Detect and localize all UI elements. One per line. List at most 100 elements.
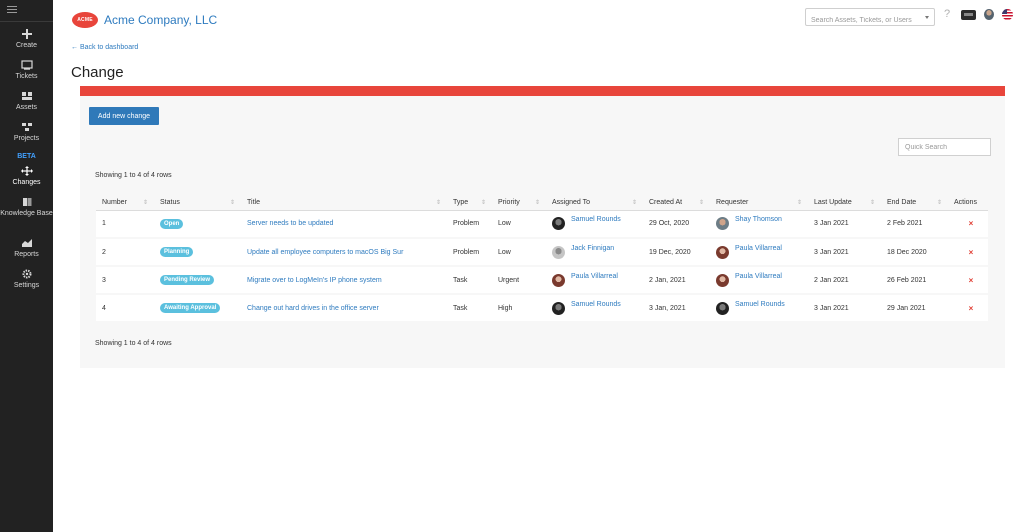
gear-icon: [21, 269, 33, 279]
assignee-link[interactable]: Paula Villarreal: [571, 273, 618, 280]
cell-status: Awaiting Approval: [154, 294, 241, 323]
delete-icon[interactable]: ×: [969, 248, 974, 257]
sidebar-item-knowledge-base[interactable]: Knowledge Base: [0, 197, 53, 218]
cell-priority: High: [492, 294, 546, 323]
column-header-requester[interactable]: Requester ⇕: [710, 196, 808, 211]
column-header-assigned-to[interactable]: Assigned To ⇕: [546, 196, 643, 211]
avatar: [552, 217, 565, 231]
sidebar-item-changes[interactable]: Changes: [0, 166, 53, 187]
inbox-icon[interactable]: [961, 10, 976, 20]
cell-created-at: 3 Jan, 2021: [643, 294, 710, 323]
cell-number: 2: [96, 238, 154, 267]
table-row[interactable]: 3 Pending Review Migrate over to LogMeIn…: [96, 266, 988, 295]
column-header-created-at[interactable]: Created At ⇕: [643, 196, 710, 211]
change-title-link[interactable]: Migrate over to LogMeIn's IP phone syste…: [247, 277, 382, 284]
change-title-link[interactable]: Change out hard drives in the office ser…: [247, 305, 379, 312]
sidebar-divider: [0, 21, 53, 22]
column-header-priority[interactable]: Priority ⇕: [492, 196, 546, 211]
requester-link[interactable]: Paula Villarreal: [735, 273, 782, 280]
column-label: End Date: [887, 199, 917, 207]
status-badge: Awaiting Approval: [160, 303, 221, 313]
column-label: Status: [160, 199, 180, 207]
sidebar-item-reports[interactable]: Reports: [0, 238, 53, 259]
avatar: [716, 217, 729, 231]
status-badge: Planning: [160, 247, 194, 257]
page-title: Change: [71, 64, 124, 81]
search-input[interactable]: [806, 12, 920, 29]
delete-icon[interactable]: ×: [969, 304, 974, 313]
column-label: Assigned To: [552, 199, 591, 207]
column-label: Created At: [649, 199, 683, 207]
chevron-down-icon[interactable]: [925, 16, 929, 19]
sidebar-item-tickets[interactable]: Tickets: [0, 60, 53, 81]
avatar: [716, 245, 729, 259]
cell-assigned-to: Paula Villarreal: [546, 266, 643, 295]
cell-created-at: 2 Jan, 2021: [643, 266, 710, 295]
assignee-link[interactable]: Jack Finnigan: [571, 245, 614, 252]
company-logo[interactable]: ACME: [72, 12, 98, 28]
help-icon[interactable]: ?: [944, 8, 950, 20]
cell-status: Planning: [154, 238, 241, 267]
logo-text: ACME: [77, 17, 93, 23]
user-avatar[interactable]: [984, 9, 994, 20]
cell-end-date: 18 Dec 2020: [881, 238, 948, 267]
table-row[interactable]: 4 Awaiting Approval Change out hard driv…: [96, 294, 988, 323]
sort-icon: ⇕: [631, 200, 637, 206]
delete-icon[interactable]: ×: [969, 276, 974, 285]
chart-icon: [21, 238, 33, 248]
cell-number: 4: [96, 294, 154, 323]
back-to-dashboard-link[interactable]: ← Back to dashboard: [71, 44, 138, 51]
company-name[interactable]: Acme Company, LLC: [104, 13, 217, 27]
table-row[interactable]: 1 Open Server needs to be updated Proble…: [96, 210, 988, 239]
cell-type: Problem: [447, 238, 492, 267]
change-title-link[interactable]: Server needs to be updated: [247, 220, 333, 227]
column-label: Priority: [498, 199, 520, 207]
cell-requester: Paula Villarreal: [710, 266, 808, 295]
cell-title: Update all employee computers to macOS B…: [241, 238, 447, 267]
assignee-link[interactable]: Samuel Rounds: [571, 301, 621, 308]
cell-title: Migrate over to LogMeIn's IP phone syste…: [241, 266, 447, 295]
sort-icon: ⇕: [796, 200, 802, 206]
sidebar-item-label: Reports: [14, 251, 39, 258]
cell-created-at: 19 Dec, 2020: [643, 238, 710, 267]
column-header-last-update[interactable]: Last Update ⇕: [808, 196, 881, 211]
requester-link[interactable]: Samuel Rounds: [735, 301, 785, 308]
hamburger-menu-icon[interactable]: [7, 6, 17, 14]
cell-last-update: 3 Jan 2021: [808, 294, 881, 323]
sidebar-item-label: Assets: [15, 104, 37, 111]
cell-title: Server needs to be updated: [241, 210, 447, 239]
global-search[interactable]: [805, 8, 935, 29]
sidebar-item-settings[interactable]: Settings: [0, 269, 53, 290]
add-new-change-button[interactable]: Add new change: [89, 107, 159, 125]
changes-table: Number ⇕ Status ⇕ Title ⇕ Type ⇕ Priority ⇕ A…: [96, 196, 988, 323]
cell-priority: Urgent: [492, 266, 546, 295]
monitor-icon: [20, 60, 33, 70]
column-header-end-date[interactable]: End Date ⇕: [881, 196, 948, 211]
assignee-link[interactable]: Samuel Rounds: [571, 216, 621, 223]
requester-link[interactable]: Paula Villarreal: [735, 245, 782, 252]
sort-icon: ⇕: [435, 200, 441, 206]
cell-end-date: 29 Jan 2021: [881, 294, 948, 323]
cell-number: 1: [96, 210, 154, 239]
column-header-title[interactable]: Title ⇕: [241, 196, 447, 211]
requester-link[interactable]: Shay Thomson: [735, 216, 782, 223]
sidebar-item-projects[interactable]: Projects: [0, 122, 53, 143]
table-row[interactable]: 2 Planning Update all employee computers…: [96, 238, 988, 267]
sidebar-item-assets[interactable]: Assets: [0, 91, 53, 112]
delete-icon[interactable]: ×: [969, 219, 974, 228]
column-header-type[interactable]: Type ⇕: [447, 196, 492, 211]
cell-assigned-to: Jack Finnigan: [546, 238, 643, 267]
us-flag-icon[interactable]: [1002, 9, 1013, 20]
cell-title: Change out hard drives in the office ser…: [241, 294, 447, 323]
change-title-link[interactable]: Update all employee computers to macOS B…: [247, 249, 403, 256]
sidebar-item-label: Projects: [13, 135, 40, 142]
quick-search-input[interactable]: [898, 138, 991, 156]
cell-requester: Shay Thomson: [710, 210, 808, 239]
cell-actions: ×: [948, 266, 988, 295]
column-header-number[interactable]: Number ⇕: [96, 196, 154, 211]
pagination-info-top: Showing 1 to 4 of 4 rows: [95, 172, 172, 179]
sidebar-item-create[interactable]: Create: [0, 29, 53, 50]
cell-end-date: 26 Feb 2021: [881, 266, 948, 295]
cell-requester: Samuel Rounds: [710, 294, 808, 323]
column-header-status[interactable]: Status ⇕: [154, 196, 241, 211]
